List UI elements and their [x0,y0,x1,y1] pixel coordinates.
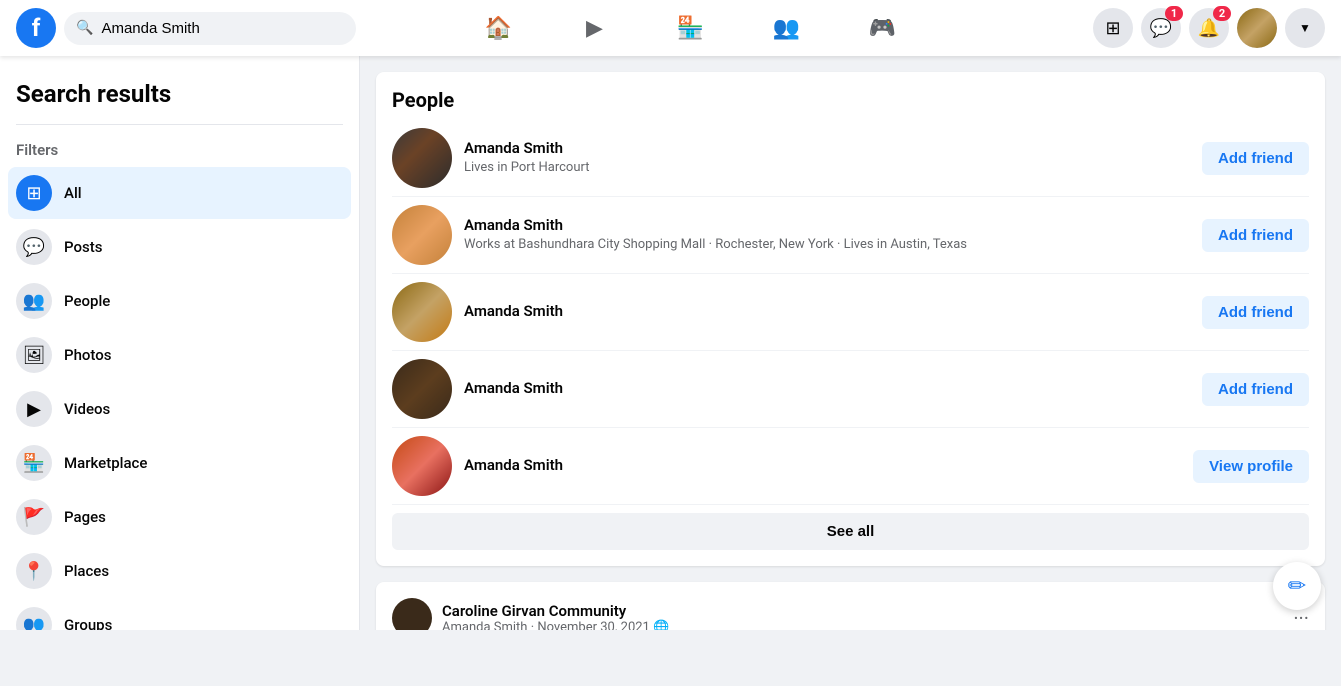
post-meta-globe-icon: 🌐 [653,620,669,631]
nav-right: ⊞ 💬 1 🔔 2 ▼ [1025,8,1325,48]
see-all-button[interactable]: See all [392,513,1309,550]
person-info-1: Amanda Smith Lives in Port Harcourt [464,139,1202,177]
person-avatar-2 [392,205,452,265]
add-friend-button-3[interactable]: Add friend [1202,296,1309,329]
sidebar: Search results Filters ⊞ All 💬 Posts 👥 P… [0,56,360,630]
sidebar-item-all[interactable]: ⊞ All [8,167,351,219]
nav-dropdown-button[interactable]: ▼ [1285,8,1325,48]
person-subtitle-2: Works at Bashundhara City Shopping Mall … [464,236,1202,254]
person-info-5: Amanda Smith [464,456,1193,476]
person-avatar-3 [392,282,452,342]
person-info-4: Amanda Smith [464,379,1202,399]
sidebar-item-people-label: People [64,292,110,310]
add-friend-button-1[interactable]: Add friend [1202,142,1309,175]
person-row-2: Amanda Smith Works at Bashundhara City S… [392,197,1309,274]
sidebar-item-places-label: Places [64,562,109,580]
person-name-5: Amanda Smith [464,456,1193,474]
person-row-5: Amanda Smith View profile [392,428,1309,505]
nav-gaming-button[interactable]: 🎮 [835,4,931,52]
sidebar-divider [16,124,343,125]
write-button[interactable]: ✏ [1273,562,1321,610]
main-content: People Amanda Smith Lives in Port Harcou… [360,56,1341,630]
post-author: Caroline Girvan Community [442,602,669,620]
videos-icon: ▶ [16,391,52,427]
marketplace-icon: 🏪 [16,445,52,481]
posts-icon: 💬 [16,229,52,265]
view-profile-button-5[interactable]: View profile [1193,450,1309,483]
all-icon: ⊞ [16,175,52,211]
sidebar-item-places[interactable]: 📍 Places [8,545,351,597]
post-header: Caroline Girvan Community Amanda Smith ·… [392,598,1309,630]
post-meta: Amanda Smith · November 30, 2021 🌐 [442,620,669,631]
sidebar-item-people[interactable]: 👥 People [8,275,351,327]
sidebar-item-posts[interactable]: 💬 Posts [8,221,351,273]
top-navigation: f 🔍 🏠 ▶ 🏪 👥 🎮 ⊞ 💬 1 🔔 2 ▼ [0,0,1341,56]
person-subtitle-1: Lives in Port Harcourt [464,159,1202,177]
add-friend-button-4[interactable]: Add friend [1202,373,1309,406]
person-row-1: Amanda Smith Lives in Port Harcourt Add … [392,120,1309,197]
groups-icon: 👥 [16,607,52,630]
person-row-3: Amanda Smith Add friend [392,274,1309,351]
notifications-button[interactable]: 🔔 2 [1189,8,1229,48]
post-avatar [392,598,432,630]
sidebar-item-groups-label: Groups [64,616,112,630]
sidebar-item-all-label: All [64,184,82,202]
sidebar-item-marketplace[interactable]: 🏪 Marketplace [8,437,351,489]
sidebar-item-marketplace-label: Marketplace [64,454,147,472]
nav-marketplace-button[interactable]: 🏪 [643,4,739,52]
facebook-logo[interactable]: f [16,8,56,48]
sidebar-item-posts-label: Posts [64,238,102,256]
nav-center: 🏠 ▶ 🏪 👥 🎮 [356,4,1025,52]
search-bar: 🔍 [64,12,356,45]
person-name-4: Amanda Smith [464,379,1202,397]
nav-home-button[interactable]: 🏠 [451,4,547,52]
add-friend-button-2[interactable]: Add friend [1202,219,1309,252]
profile-avatar[interactable] [1237,8,1277,48]
sidebar-item-photos-label: Photos [64,346,111,364]
apps-grid-button[interactable]: ⊞ [1093,8,1133,48]
nav-groups-button[interactable]: 👥 [739,4,835,52]
person-avatar-4 [392,359,452,419]
page-layout: Search results Filters ⊞ All 💬 Posts 👥 P… [0,56,1341,630]
person-row-4: Amanda Smith Add friend [392,351,1309,428]
post-meta-date: November 30, 2021 [537,620,650,631]
nav-left: f 🔍 [16,8,356,48]
notifications-badge: 2 [1213,6,1231,21]
sidebar-item-videos[interactable]: ▶ Videos [8,383,351,435]
person-name-2: Amanda Smith [464,216,1202,234]
post-meta-info: Caroline Girvan Community Amanda Smith ·… [442,602,669,631]
photos-icon: 🖼 [16,337,52,373]
search-icon: 🔍 [76,20,93,36]
people-section-title: People [392,88,1309,112]
places-icon: 📍 [16,553,52,589]
sidebar-title: Search results [8,72,351,120]
post-card: Caroline Girvan Community Amanda Smith ·… [376,582,1325,630]
sidebar-item-videos-label: Videos [64,400,110,418]
search-input[interactable] [101,20,301,37]
sidebar-item-photos[interactable]: 🖼 Photos [8,329,351,381]
messenger-badge: 1 [1165,6,1183,21]
nav-video-button[interactable]: ▶ [547,4,643,52]
sidebar-item-pages[interactable]: 🚩 Pages [8,491,351,543]
person-info-3: Amanda Smith [464,302,1202,322]
people-icon: 👥 [16,283,52,319]
people-card: People Amanda Smith Lives in Port Harcou… [376,72,1325,566]
filters-label: Filters [8,137,351,167]
sidebar-item-groups[interactable]: 👥 Groups [8,599,351,630]
person-info-2: Amanda Smith Works at Bashundhara City S… [464,216,1202,254]
person-name-3: Amanda Smith [464,302,1202,320]
person-name-1: Amanda Smith [464,139,1202,157]
pages-icon: 🚩 [16,499,52,535]
person-avatar-5 [392,436,452,496]
sidebar-item-pages-label: Pages [64,508,106,526]
person-avatar-1 [392,128,452,188]
messenger-button[interactable]: 💬 1 [1141,8,1181,48]
post-meta-name: Amanda Smith [442,620,527,631]
